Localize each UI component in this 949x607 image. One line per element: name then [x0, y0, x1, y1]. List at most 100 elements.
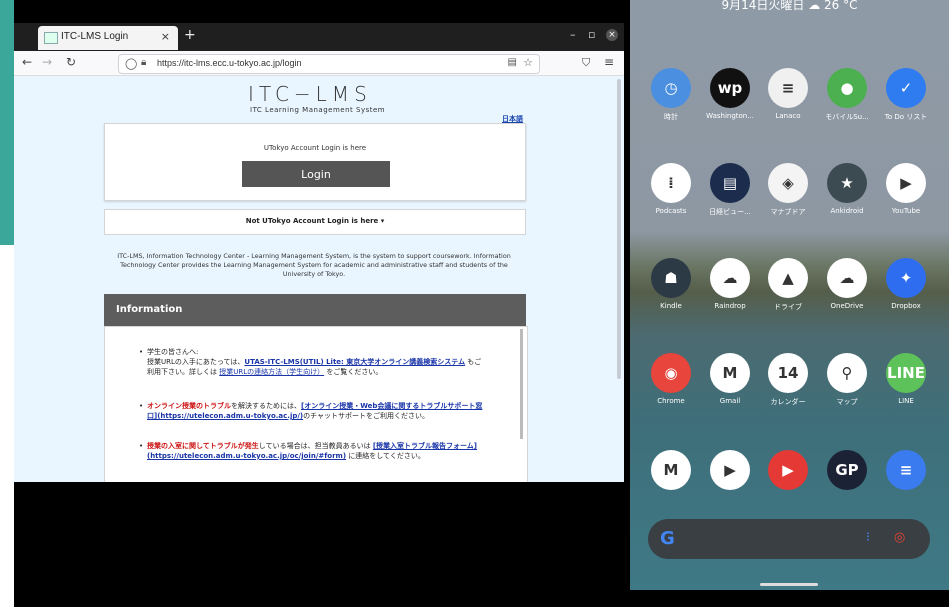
- app-label: マップ: [836, 398, 858, 406]
- gmail-icon[interactable]: M: [710, 353, 750, 393]
- app-label: Ankidroid: [830, 207, 864, 215]
- app-maps[interactable]: ⚲ マップ: [817, 353, 877, 407]
- app-label: 日経ビュー...: [709, 208, 751, 216]
- messages-icon[interactable]: ≡: [886, 450, 926, 490]
- app-label: Kindle: [660, 302, 682, 310]
- utokyo-login-card: UTokyo Account Login is here Login: [104, 123, 526, 201]
- information-panel: • 学生の皆さんへ: 授業URLの入手にあたっては、UTAS-ITC-LMS(U…: [104, 326, 528, 482]
- app-drive[interactable]: ▲ ドライブ: [758, 258, 818, 312]
- gp-icon[interactable]: GP: [827, 450, 867, 490]
- desktop-background-teal: [0, 0, 14, 245]
- url-text[interactable]: https://itc-lms.ecc.u-tokyo.ac.jp/login: [157, 58, 302, 68]
- login-caption: UTokyo Account Login is here: [263, 144, 367, 152]
- pocket-icon[interactable]: ⛉: [582, 56, 590, 70]
- manabu-icon[interactable]: ◈: [768, 163, 808, 203]
- shield-icon[interactable]: ◯: [125, 57, 137, 70]
- logo-subtitle: ITC Learning Management System: [250, 106, 386, 114]
- app-podcasts[interactable]: ⁞ Podcasts: [641, 163, 701, 215]
- non-utokyo-login-label: Not UTokyo Account Login is here ▾: [245, 217, 385, 225]
- app-gmail-dock[interactable]: M: [641, 450, 701, 490]
- chrome-icon[interactable]: ◉: [651, 353, 691, 393]
- voice-search-icon[interactable]: ⁝: [866, 530, 870, 545]
- app-line[interactable]: LINE LINE: [876, 353, 936, 405]
- app-youtube-music[interactable]: ▶: [758, 450, 818, 490]
- app-chrome[interactable]: ◉ Chrome: [641, 353, 701, 405]
- notice-item: • オンライン授業のトラブルを解決するためには、[オンライン授業・Web会議に関…: [139, 402, 483, 420]
- app-kindle[interactable]: ☗ Kindle: [641, 258, 701, 310]
- line-icon[interactable]: LINE: [886, 353, 926, 393]
- new-tab-button[interactable]: +: [184, 27, 196, 43]
- navigation-handle[interactable]: [760, 583, 818, 586]
- app-label: To Do リスト: [884, 113, 928, 121]
- menu-icon[interactable]: ≡: [604, 55, 614, 69]
- app-label: Podcasts: [655, 207, 687, 215]
- lock-icon[interactable]: 🔒︎: [141, 57, 146, 68]
- app-messages[interactable]: ≡: [876, 450, 936, 490]
- google-search-bar[interactable]: G ⁝ ◎: [648, 519, 930, 559]
- information-title: Information: [116, 304, 183, 315]
- washington-post-icon[interactable]: wp: [710, 68, 750, 108]
- dropbox-icon[interactable]: ✦: [886, 258, 926, 298]
- onedrive-icon[interactable]: ☁: [827, 258, 867, 298]
- page-scrollbar[interactable]: [617, 79, 621, 379]
- app-youtube[interactable]: ▶ YouTube: [876, 163, 936, 215]
- app-clock[interactable]: ◷ 時計: [641, 68, 701, 122]
- app-manabu[interactable]: ◈ マナブドア: [758, 163, 818, 217]
- util-lite-link[interactable]: UTAS-ITC-LMS(UTIL) Lite: 東京大学オンライン講義検索シス…: [244, 358, 465, 366]
- url-guide-link[interactable]: 授業URLの連絡方法（学生向け）: [219, 368, 324, 376]
- address-bar[interactable]: ◯ 🔒︎ https://itc-lms.ecc.u-tokyo.ac.jp/l…: [118, 54, 540, 74]
- app-onedrive[interactable]: ☁ OneDrive: [817, 258, 877, 310]
- mobile-suica-icon[interactable]: ●: [827, 68, 867, 108]
- reader-view-icon[interactable]: ▤: [508, 57, 517, 68]
- todo-icon[interactable]: ✓: [886, 68, 926, 108]
- tab-bar: ITC-LMS Login × + – ▫ ×: [14, 23, 624, 51]
- calendar-icon[interactable]: 14: [768, 353, 808, 393]
- app-lanaco[interactable]: ≡ Lanaco: [758, 68, 818, 120]
- maximize-button[interactable]: ▫: [588, 28, 595, 41]
- lanaco-icon[interactable]: ≡: [768, 68, 808, 108]
- gmail-dock-icon[interactable]: M: [651, 450, 691, 490]
- desktop-dark-area: [14, 482, 630, 607]
- app-label: OneDrive: [830, 302, 864, 310]
- tab-close-icon[interactable]: ×: [161, 30, 170, 43]
- drive-icon[interactable]: ▲: [768, 258, 808, 298]
- bookmark-star-icon[interactable]: ☆: [523, 56, 533, 69]
- raindrop-icon[interactable]: ☁: [710, 258, 750, 298]
- google-icon[interactable]: G: [660, 528, 675, 549]
- nikkei-icon[interactable]: ▤: [710, 163, 750, 203]
- non-utokyo-login-toggle[interactable]: Not UTokyo Account Login is here ▾: [104, 209, 526, 235]
- back-button[interactable]: ←: [22, 55, 32, 69]
- notice-item: • 学生の皆さんへ: 授業URLの入手にあたっては、UTAS-ITC-LMS(U…: [139, 348, 482, 376]
- app-mobile-suica[interactable]: ● モバイルSu...: [817, 68, 877, 122]
- maps-icon[interactable]: ⚲: [827, 353, 867, 393]
- app-gmail[interactable]: M Gmail: [700, 353, 760, 405]
- lens-icon[interactable]: ◎: [894, 530, 905, 545]
- reload-button[interactable]: ↻: [66, 55, 76, 69]
- app-youtube-dock[interactable]: ▶: [700, 450, 760, 490]
- app-washington-post[interactable]: wp Washington...: [700, 68, 760, 120]
- app-raindrop[interactable]: ☁ Raindrop: [700, 258, 760, 310]
- youtube-icon[interactable]: ▶: [886, 163, 926, 203]
- clock-icon[interactable]: ◷: [651, 68, 691, 108]
- app-todo[interactable]: ✓ To Do リスト: [876, 68, 936, 122]
- kindle-icon[interactable]: ☗: [651, 258, 691, 298]
- desktop-background: [0, 245, 14, 607]
- app-label: Dropbox: [891, 302, 921, 310]
- youtube-dock-icon[interactable]: ▶: [710, 450, 750, 490]
- information-scrollbar[interactable]: [520, 329, 523, 439]
- app-label: Gmail: [719, 397, 741, 405]
- app-nikkei[interactable]: ▤ 日経ビュー...: [700, 163, 760, 217]
- app-dropbox[interactable]: ✦ Dropbox: [876, 258, 936, 310]
- window-close-button[interactable]: ×: [606, 29, 618, 41]
- minimize-button[interactable]: –: [570, 28, 576, 41]
- podcasts-icon[interactable]: ⁞: [651, 163, 691, 203]
- app-calendar[interactable]: 14 カレンダー: [758, 353, 818, 407]
- ankidroid-icon[interactable]: ★: [827, 163, 867, 203]
- login-button[interactable]: Login: [242, 161, 390, 187]
- app-ankidroid[interactable]: ★ Ankidroid: [817, 163, 877, 215]
- app-gp[interactable]: GP: [817, 450, 877, 490]
- youtube-music-icon[interactable]: ▶: [768, 450, 808, 490]
- navigation-bar: ← → ↻ ◯ 🔒︎ https://itc-lms.ecc.u-tokyo.a…: [14, 51, 624, 76]
- tab-itc-lms[interactable]: ITC-LMS Login ×: [38, 26, 178, 50]
- forward-button[interactable]: →: [42, 55, 52, 69]
